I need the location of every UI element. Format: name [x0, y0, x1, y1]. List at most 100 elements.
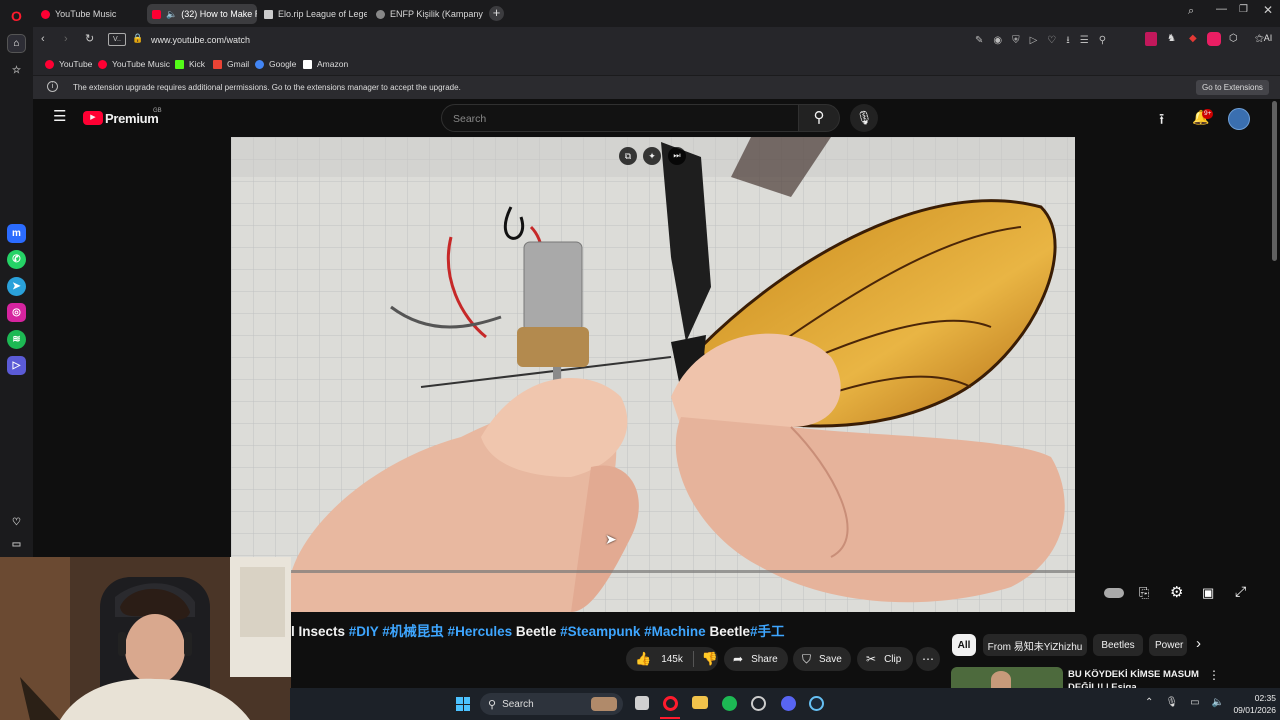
upload-icon[interactable]: ⭱	[1159, 109, 1164, 134]
video-player[interactable]: ⧉ ✦ ⏭ ➤	[231, 137, 1075, 612]
lock-icon[interactable]: 🔒	[132, 33, 143, 44]
telegram-icon[interactable]: ➤	[7, 277, 26, 296]
extension-icon-3[interactable]: ◆	[1189, 33, 1197, 44]
back-button[interactable]: ‹	[41, 33, 45, 45]
youtube-header: ☰ ▶ Premium GB Search ⚲ 🎙 ⭱ 🔔 9+	[35, 99, 1268, 137]
miniplayer-icon[interactable]: ▣	[1202, 585, 1214, 601]
spotify-taskbar-icon[interactable]	[722, 696, 737, 711]
taskbar-search[interactable]: ⚲ Search	[480, 693, 623, 715]
chat-icon[interactable]: ▭	[7, 535, 26, 554]
bookmark-amazon[interactable]: Amazon	[303, 59, 348, 69]
scrollbar-track[interactable]	[1270, 99, 1280, 688]
pinboard-icon[interactable]: ☆	[7, 61, 26, 80]
settings-gear-icon[interactable]: ⚙	[1170, 583, 1183, 601]
recommendation-title[interactable]: BU KÖYDEKİ KİMSE MASUM	[1068, 669, 1199, 680]
opera-taskbar-icon[interactable]	[663, 696, 678, 711]
messenger-icon[interactable]: m	[7, 224, 26, 243]
minimize-button[interactable]: —	[1216, 3, 1227, 15]
bookmark-youtube-music[interactable]: YouTube Music	[98, 59, 170, 69]
tab-youtube-music[interactable]: YouTube Music	[36, 4, 144, 24]
search-input[interactable]: Search	[441, 104, 799, 132]
new-tab-button[interactable]: +	[489, 6, 504, 21]
recommendation-thumbnail[interactable]	[951, 667, 1063, 688]
ai-button[interactable]: ⚝AI	[1255, 33, 1272, 44]
instagram-icon[interactable]: ◎	[7, 303, 26, 322]
windows-start-icon[interactable]	[456, 697, 470, 711]
system-tray-icons[interactable]: ⌃🎙▭🔈	[1145, 697, 1236, 708]
fullscreen-icon[interactable]: ⤢	[1235, 583, 1246, 600]
share-button[interactable]: ➦ Share	[724, 647, 788, 671]
voice-search-button[interactable]: 🎙	[850, 104, 878, 132]
avatar[interactable]	[1228, 108, 1250, 130]
task-view-icon[interactable]	[635, 696, 649, 710]
sparkle-icon[interactable]: ✦	[643, 147, 661, 165]
kick-icon	[175, 59, 184, 69]
vpn-badge[interactable]: V..	[108, 33, 126, 46]
steam-icon[interactable]	[809, 696, 824, 711]
tab-enfp[interactable]: ENFP Kişilik (Kampanyacı)	[371, 4, 483, 24]
discord-icon[interactable]	[781, 696, 796, 711]
bookmark-gmail[interactable]: Gmail	[213, 59, 249, 69]
home-icon[interactable]: ⌂	[7, 34, 26, 53]
url-field[interactable]: www.youtube.com/watch	[151, 35, 250, 45]
clip-button[interactable]: ✂ Clip	[857, 647, 913, 671]
extension-icon-1[interactable]	[1145, 32, 1157, 46]
save-button[interactable]: ⛉ Save	[793, 647, 851, 671]
opera-logo-icon[interactable]: O	[7, 6, 26, 25]
extensions-cube-icon[interactable]: ⬡	[1229, 33, 1238, 44]
bookmark-kick[interactable]: Kick	[175, 59, 205, 69]
youtube-logo-icon[interactable]: ▶	[83, 111, 103, 125]
maximize-button[interactable]: ❐	[1239, 4, 1248, 15]
address-bar-row: ‹ › ↻ V.. 🔒 www.youtube.com/watch ✎◉⛨▷♡⭳…	[33, 27, 1280, 53]
windows-taskbar: ⚲ Search ⌃🎙▭🔈 02:35 09/01/2026	[290, 688, 1280, 720]
autoplay-toggle[interactable]	[1104, 588, 1124, 598]
kebab-menu-icon[interactable]: ⋮	[1208, 668, 1220, 682]
amazon-icon	[303, 59, 312, 69]
reload-button[interactable]: ↻	[85, 32, 94, 45]
go-to-extensions-button[interactable]: Go to Extensions	[1196, 80, 1269, 95]
youtube-icon	[45, 59, 54, 69]
chip-all[interactable]: All	[952, 634, 976, 656]
extension-icon-4[interactable]	[1207, 32, 1221, 46]
chip-from-channel[interactable]: From 易知未YiZhizhu	[983, 634, 1087, 656]
search-icon: ⚲	[488, 698, 497, 711]
player-icon[interactable]: ▷	[7, 356, 26, 375]
gmail-icon	[213, 59, 222, 69]
progress-bar[interactable]	[231, 570, 1075, 573]
chip-power[interactable]: Power	[1149, 634, 1187, 656]
toolbar-icons[interactable]: ✎◉⛨▷♡⭳☰⚲	[975, 33, 1116, 50]
bookmark-google[interactable]: Google	[255, 59, 296, 69]
more-actions-button[interactable]: ⋯	[916, 647, 940, 671]
chip-beetles[interactable]: Beetles	[1093, 634, 1143, 656]
close-window-button[interactable]: ✕	[1263, 3, 1273, 17]
search-button[interactable]: ⚲	[798, 104, 840, 132]
bookmark-youtube[interactable]: YouTube	[45, 59, 92, 69]
spotify-icon[interactable]: ≋	[7, 330, 26, 349]
page-icon	[264, 9, 273, 19]
webcam-frame	[0, 557, 291, 720]
app-icon[interactable]	[751, 696, 766, 711]
subtitles-icon[interactable]: ⎘	[1139, 585, 1149, 601]
copy-icon[interactable]: ⧉	[619, 147, 637, 165]
clock[interactable]: 02:35 09/01/2026	[1226, 693, 1276, 715]
scrollbar-thumb[interactable]	[1272, 101, 1277, 261]
tab-elo-rip[interactable]: Elo.rip League of Legends	[259, 4, 367, 24]
premium-logo-text[interactable]: Premium	[105, 111, 159, 126]
notification-badge: 9+	[1202, 109, 1214, 119]
like-count[interactable]: 145k	[661, 654, 683, 665]
like-icon[interactable]: 👍	[635, 651, 651, 667]
file-explorer-icon[interactable]	[692, 696, 708, 709]
search-tabs-icon[interactable]: ⌕	[1188, 5, 1194, 18]
search-icon: ⚲	[813, 109, 825, 126]
forward-button[interactable]: ›	[64, 33, 68, 45]
whatsapp-icon[interactable]: ✆	[7, 250, 26, 269]
youtube-icon	[152, 9, 161, 19]
microphone-icon: 🎙	[855, 110, 873, 125]
tab-active-video[interactable]: 🔈(32) How to Make Re	[147, 4, 257, 24]
heart-icon[interactable]: ♡	[7, 513, 26, 532]
skip-icon[interactable]: ⏭	[668, 147, 686, 165]
dislike-icon[interactable]: 👎	[702, 651, 718, 667]
extension-icon-2[interactable]: ♞	[1167, 33, 1176, 44]
chevron-right-icon[interactable]: ›	[1196, 636, 1201, 652]
menu-icon[interactable]: ☰	[53, 109, 66, 124]
